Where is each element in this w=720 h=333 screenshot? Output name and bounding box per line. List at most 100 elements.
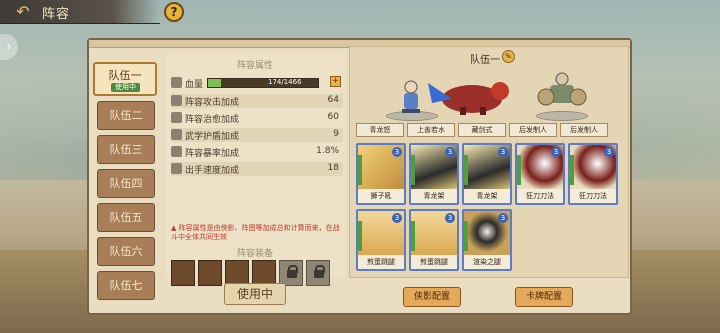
hero-figure[interactable] xyxy=(536,71,588,117)
skill-card[interactable]: 3 煎蛋跳腿 xyxy=(356,209,406,271)
formation-section: 队伍一 ✎ 青龙怒 上善若水 藏剑式 后发制人 后发制人 3 狮子吼 3 青龙架 3 青龙架 3 狂刀… xyxy=(349,46,629,278)
hp-bar-fill xyxy=(208,79,222,87)
card-mini[interactable]: 藏剑式 xyxy=(458,123,506,137)
attr-row-shield: 武学护盾加成 9 xyxy=(171,128,343,142)
crit-icon xyxy=(171,146,182,157)
add-hp-button[interactable]: + xyxy=(330,76,341,87)
attr-label: 阵容治愈加成 xyxy=(185,115,240,125)
card-level: 3 xyxy=(551,147,561,157)
card-name: 青龙架 xyxy=(464,189,510,203)
tab-team-3[interactable]: 队伍三 xyxy=(97,135,155,164)
heart-icon xyxy=(171,77,182,88)
warning-message: 阵容属性是由侠影、阵图等加成总和计算而来，在战斗中全体共同生效 xyxy=(171,224,340,241)
attr-value: 18 xyxy=(327,163,339,173)
top-bar: ↶ 阵容 ? xyxy=(0,0,720,24)
card-side-mark xyxy=(570,155,574,185)
card-name: 狮子吼 xyxy=(358,189,404,203)
skill-card[interactable]: 3 狂刀刀法 xyxy=(515,143,565,205)
team-tabs: 队伍一 使用中 队伍二 队伍三 队伍四 队伍五 队伍六 队伍七 xyxy=(93,62,161,305)
card-name: 煎蛋跳腿 xyxy=(411,255,457,269)
card-mini[interactable]: 后发制人 xyxy=(509,123,557,137)
skill-card[interactable]: 3 渲染之腿 xyxy=(462,209,512,271)
attr-value: 64 xyxy=(327,95,339,105)
attributes-section: 阵容属性 血量 174/1466 + 阵容攻击加成 64 阵容治愈加成 60 武… xyxy=(165,54,345,286)
skill-card[interactable]: 3 狂刀刀法 xyxy=(568,143,618,205)
card-mini[interactable]: 青龙怒 xyxy=(356,123,404,137)
skill-card[interactable]: 3 狮子吼 xyxy=(356,143,406,205)
heal-icon xyxy=(171,112,182,123)
attr-label: 出手速度加成 xyxy=(185,166,240,176)
tab-team-5[interactable]: 队伍五 xyxy=(97,203,155,232)
page-title: 阵容 xyxy=(42,7,71,22)
warning-icon: ▲ xyxy=(171,224,177,232)
card-name: 煎蛋跳腿 xyxy=(358,255,404,269)
hp-row: 血量 174/1466 + xyxy=(171,76,343,90)
card-side-mark xyxy=(358,221,362,251)
lineup-panel: 队伍一 使用中 队伍二 队伍三 队伍四 队伍五 队伍六 队伍七 阵容属性 血量 … xyxy=(87,38,632,315)
card-name: 渲染之腿 xyxy=(464,255,510,269)
equip-slot[interactable] xyxy=(171,260,195,286)
tab-team-2[interactable]: 队伍二 xyxy=(97,101,155,130)
attr-row-crit: 阵容暴率加成 1.8% xyxy=(171,145,343,159)
tab-team-1[interactable]: 队伍一 使用中 xyxy=(93,62,157,96)
hero-stage xyxy=(350,65,630,121)
card-name: 狂刀刀法 xyxy=(517,189,563,203)
card-side-mark xyxy=(464,155,468,185)
skill-card[interactable]: 3 青龙架 xyxy=(462,143,512,205)
lock-icon[interactable] xyxy=(306,260,330,286)
tab-team-7[interactable]: 队伍七 xyxy=(97,271,155,300)
card-side-mark xyxy=(411,221,415,251)
hp-label: 血量 xyxy=(185,80,204,90)
attr-label: 武学护盾加成 xyxy=(185,132,240,142)
speed-icon xyxy=(171,163,182,174)
skill-card[interactable]: 3 青龙架 xyxy=(409,143,459,205)
edit-icon[interactable]: ✎ xyxy=(502,50,515,63)
card-level: 3 xyxy=(445,147,455,157)
shadow-config-button[interactable]: 侠影配置 xyxy=(403,287,461,307)
hp-bar: 174/1466 xyxy=(207,78,319,88)
card-side-mark xyxy=(464,221,468,251)
equipment-title: 阵容装备 xyxy=(236,249,273,259)
card-grid: 3 狮子吼 3 青龙架 3 青龙架 3 狂刀刀法 3 狂刀刀法 3 煎蛋跳腿 3 煎蛋跳腿 3 渲染之腿 xyxy=(356,143,626,275)
card-level: 3 xyxy=(445,213,455,223)
attr-value: 9 xyxy=(333,129,339,139)
equip-slot[interactable] xyxy=(198,260,222,286)
card-level: 3 xyxy=(392,213,402,223)
attr-label: 阵容攻击加成 xyxy=(185,98,240,108)
warning-text: ▲ 阵容属性是由侠影、阵图等加成总和计算而来，在战斗中全体共同生效 xyxy=(171,224,343,242)
tab-label: 队伍一 xyxy=(108,69,142,82)
pet-figure[interactable] xyxy=(422,73,512,117)
card-level: 3 xyxy=(392,147,402,157)
card-name: 青龙架 xyxy=(411,189,457,203)
card-level: 3 xyxy=(498,147,508,157)
team-name: 队伍一 xyxy=(470,55,500,66)
card-level: 3 xyxy=(498,213,508,223)
skill-card[interactable]: 3 煎蛋跳腿 xyxy=(409,209,459,271)
card-side-mark xyxy=(517,155,521,185)
shield-icon xyxy=(171,129,182,140)
card-config-button[interactable]: 卡牌配置 xyxy=(515,287,573,307)
card-side-mark xyxy=(358,155,362,185)
attr-row-attack: 阵容攻击加成 64 xyxy=(171,94,343,108)
in-use-badge: 使用中 xyxy=(111,83,140,92)
card-mini[interactable]: 上善若水 xyxy=(407,123,455,137)
side-expand-arrow-icon[interactable]: › xyxy=(0,34,18,60)
hp-value: 174/1466 xyxy=(268,78,302,86)
in-use-button[interactable]: 使用中 xyxy=(224,283,286,305)
top-card-row: 青龙怒 上善若水 藏剑式 后发制人 后发制人 xyxy=(356,123,624,139)
help-button[interactable]: ? xyxy=(164,2,184,22)
card-mini[interactable]: 后发制人 xyxy=(560,123,608,137)
attr-value: 1.8% xyxy=(316,146,339,156)
card-level: 3 xyxy=(604,147,614,157)
tab-team-6[interactable]: 队伍六 xyxy=(97,237,155,266)
attr-row-speed: 出手速度加成 18 xyxy=(171,162,343,176)
back-arrow-icon[interactable]: ↶ xyxy=(10,2,36,22)
attr-row-heal: 阵容治愈加成 60 xyxy=(171,111,343,125)
attributes-title: 阵容属性 xyxy=(236,61,273,71)
card-name: 狂刀刀法 xyxy=(570,189,616,203)
tab-team-4[interactable]: 队伍四 xyxy=(97,169,155,198)
attr-value: 60 xyxy=(327,112,339,122)
card-side-mark xyxy=(411,155,415,185)
attr-label: 阵容暴率加成 xyxy=(185,149,240,159)
attack-icon xyxy=(171,95,182,106)
